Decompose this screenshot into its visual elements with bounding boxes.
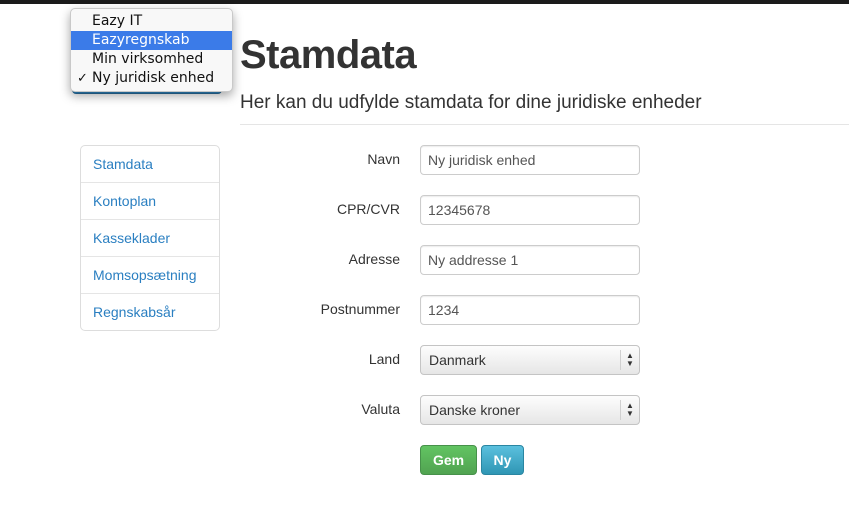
entity-dropdown-menu: Eazy IT Eazyregnskab Min virksomhed ✓ Ny…	[70, 8, 233, 92]
dropdown-option-min-virksomhed[interactable]: Min virksomhed	[71, 50, 232, 69]
cpr-cvr-field[interactable]	[420, 195, 640, 225]
page-title: Stamdata	[240, 33, 417, 77]
dropdown-option-eazyregnskab[interactable]: Eazyregnskab	[71, 31, 232, 50]
header-divider	[240, 124, 849, 125]
sidebar-item-stamdata[interactable]: Stamdata	[81, 146, 219, 183]
sidebar-item-momsopsaetning[interactable]: Momsopsætning	[81, 257, 219, 294]
checkmark-icon: ✓	[77, 71, 88, 86]
sidebar-item-kasseklader[interactable]: Kasseklader	[81, 220, 219, 257]
updown-arrows-icon: ▲ ▼	[626, 351, 634, 368]
dropdown-option-label: Ny juridisk enhed	[92, 70, 215, 86]
select-divider	[620, 350, 621, 370]
currency-label: Valuta	[361, 401, 400, 417]
top-bar	[0, 0, 849, 4]
address-field[interactable]	[420, 245, 640, 275]
new-button[interactable]: Ny	[481, 445, 524, 475]
select-divider	[620, 400, 621, 420]
postal-code-label: Postnummer	[320, 301, 400, 317]
country-label: Land	[368, 351, 400, 367]
currency-select[interactable]: Danske kroner ▲ ▼	[420, 395, 640, 425]
sidebar-item-regnskabsaar[interactable]: Regnskabsår	[81, 294, 219, 330]
dropdown-option-eazy-it[interactable]: Eazy IT	[71, 12, 232, 31]
updown-arrows-icon: ▲ ▼	[626, 401, 634, 418]
postal-code-field[interactable]	[420, 295, 640, 325]
dropdown-option-label: Eazy IT	[92, 13, 143, 29]
country-selected-value: Danmark	[429, 352, 486, 368]
name-label: Navn	[367, 151, 400, 167]
address-label: Adresse	[348, 251, 400, 267]
save-button[interactable]: Gem	[420, 445, 477, 475]
dropdown-option-label: Min virksomhed	[92, 51, 204, 67]
sidebar-item-kontoplan[interactable]: Kontoplan	[81, 183, 219, 220]
currency-selected-value: Danske kroner	[429, 402, 521, 418]
sidebar-nav: Stamdata Kontoplan Kasseklader Momsopsæt…	[80, 145, 220, 331]
dropdown-option-ny-juridisk-enhed[interactable]: ✓ Ny juridisk enhed	[71, 69, 232, 88]
dropdown-option-label: Eazyregnskab	[92, 32, 190, 48]
cpr-cvr-label: CPR/CVR	[336, 201, 400, 217]
page-subtitle: Her kan du udfylde stamdata for dine jur…	[240, 92, 702, 113]
country-select[interactable]: Danmark ▲ ▼	[420, 345, 640, 375]
name-field[interactable]	[420, 145, 640, 175]
